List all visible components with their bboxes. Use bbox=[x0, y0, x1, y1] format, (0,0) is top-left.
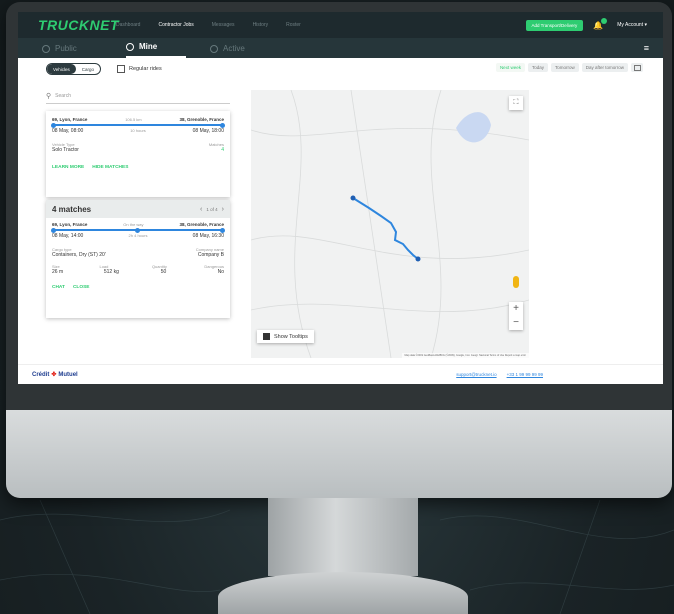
duration: 10 hours bbox=[130, 128, 146, 133]
lake-shape bbox=[456, 112, 491, 143]
filter-icon[interactable]: ≡ bbox=[644, 43, 649, 53]
sub-navigation: Public Mine Active ≡ bbox=[18, 38, 663, 58]
toggle-cargo[interactable]: Cargo bbox=[76, 64, 100, 74]
chevron-left-icon[interactable]: ‹ bbox=[200, 206, 202, 213]
route-origin: 69, Lyon, France bbox=[52, 222, 88, 227]
close-link[interactable]: CLOSE bbox=[73, 285, 90, 290]
date-today[interactable]: Today bbox=[527, 63, 548, 72]
zoom-out-button[interactable]: − bbox=[509, 316, 523, 330]
nav-messages[interactable]: Messages bbox=[212, 22, 235, 28]
route-end-marker[interactable] bbox=[415, 256, 421, 262]
tab-public[interactable]: Public bbox=[42, 44, 102, 58]
start-time: 08 May, 08:00 bbox=[52, 128, 84, 134]
show-tooltips-checkbox[interactable]: Show Tooltips bbox=[257, 330, 314, 343]
map-canvas bbox=[251, 90, 529, 358]
map-attribution: Map data ©2019 GeoBasis-DE/BKG (©2009), … bbox=[401, 353, 529, 358]
cargo-type-value: Containers, Dry (ST) 20' bbox=[52, 252, 106, 258]
vehicles-cargo-toggle: Vehicles Cargo bbox=[46, 63, 102, 75]
nav-contractor-jobs[interactable]: Contractor Jobs bbox=[158, 22, 193, 28]
add-transport-button[interactable]: Add Transport/Delivery bbox=[525, 19, 584, 31]
fullscreen-icon[interactable]: ⛶ bbox=[509, 96, 523, 110]
tab-mine[interactable]: Mine bbox=[126, 42, 186, 58]
end-time: 08 May, 18:00 bbox=[192, 128, 224, 134]
top-navigation: TRUCKNET Dashboard Contractor Jobs Messa… bbox=[18, 12, 663, 38]
load-value: 512 kg bbox=[103, 269, 119, 275]
toolbar: Vehicles Cargo Regular rides Next week T… bbox=[18, 58, 663, 80]
sponsor-logo: Crédit ✤ Mutuel bbox=[32, 371, 78, 379]
route-bar bbox=[51, 227, 225, 233]
job-card[interactable]: 69, Lyon, France 106.5 km 38, Grenoble, … bbox=[46, 111, 230, 197]
route-destination: 38, Grenoble, France bbox=[179, 117, 224, 122]
monitor-chin bbox=[6, 410, 672, 498]
size-value: 26 m bbox=[52, 269, 64, 275]
route-start-marker[interactable] bbox=[350, 195, 356, 201]
vehicle-type-value: Solo Tractor bbox=[52, 147, 79, 153]
date-next-week[interactable]: Next week bbox=[495, 63, 525, 72]
bell-icon[interactable]: 🔔 bbox=[593, 17, 608, 30]
nav-history[interactable]: History bbox=[253, 22, 269, 28]
route-path bbox=[352, 197, 419, 260]
screen: TRUCKNET Dashboard Contractor Jobs Messa… bbox=[18, 12, 663, 384]
street-view-pegman-icon[interactable] bbox=[513, 276, 519, 288]
route-bar bbox=[51, 122, 225, 128]
matches-title: 4 matches bbox=[52, 204, 92, 214]
calendar-icon[interactable] bbox=[631, 63, 643, 72]
hide-matches-link[interactable]: HIDE MATCHES bbox=[92, 165, 128, 170]
matches-card: 4 matches ‹ 1 of 4 › 69, Lyon, France On… bbox=[46, 200, 230, 318]
search-icon: ⚲ bbox=[46, 92, 52, 100]
support-phone-link[interactable]: +33 1 99 99 99 99 bbox=[507, 372, 543, 377]
duration: 2h 4 hours bbox=[128, 233, 148, 238]
start-time: 08 May, 14:00 bbox=[52, 233, 84, 239]
chevron-right-icon[interactable]: › bbox=[222, 206, 224, 213]
route-origin: 69, Lyon, France bbox=[52, 117, 88, 122]
star-icon: ✤ bbox=[51, 372, 57, 378]
monitor-stand-foot bbox=[218, 572, 468, 614]
learn-more-link[interactable]: LEARN MORE bbox=[52, 165, 84, 170]
checkbox-checked-icon bbox=[263, 333, 270, 340]
footer-links: support@trucknet.io +33 1 99 99 99 99 bbox=[456, 372, 543, 377]
tab-active[interactable]: Active bbox=[210, 44, 270, 58]
regular-rides-checkbox[interactable]: Regular rides bbox=[117, 65, 162, 73]
quantity-value: 50 bbox=[160, 269, 167, 275]
matches-header: 4 matches ‹ 1 of 4 › bbox=[46, 200, 230, 218]
checkbox-icon bbox=[117, 65, 126, 73]
search-input[interactable]: ⚲ Search bbox=[46, 88, 230, 104]
zoom-in-button[interactable]: + bbox=[509, 302, 523, 316]
date-tomorrow[interactable]: Tomorrow bbox=[550, 63, 579, 72]
route-distance: 106.5 km bbox=[125, 117, 142, 122]
check-circle-icon bbox=[210, 44, 218, 53]
notification-badge bbox=[601, 17, 608, 24]
date-filter: Next week Today Tomorrow Day after tomor… bbox=[495, 63, 643, 72]
footer: Crédit ✤ Mutuel support@trucknet.io +33 … bbox=[18, 364, 663, 384]
logo: TRUCKNET bbox=[38, 17, 119, 33]
route-distance: On the way bbox=[123, 222, 144, 227]
route-destination: 38, Grenoble, France bbox=[179, 222, 224, 227]
screen-bottom-edge bbox=[18, 384, 663, 410]
matches-value: 4 bbox=[221, 147, 224, 153]
company-value: Company B bbox=[197, 252, 224, 258]
toggle-vehicles[interactable]: Vehicles bbox=[47, 64, 76, 74]
monitor-stand bbox=[268, 498, 418, 576]
end-time: 08 May, 16:30 bbox=[192, 233, 224, 239]
zoom-controls: + − bbox=[509, 302, 523, 330]
route-map[interactable]: ⛶ + − Show Tooltips Map data ©2019 GeoBa… bbox=[251, 90, 529, 358]
nav-dashboard[interactable]: Dashboard bbox=[116, 22, 140, 28]
support-email-link[interactable]: support@trucknet.io bbox=[456, 372, 496, 377]
user-icon bbox=[126, 42, 134, 51]
date-day-after-tomorrow[interactable]: Day after tomorrow bbox=[581, 63, 628, 72]
chat-link[interactable]: CHAT bbox=[52, 285, 65, 290]
matches-pager: ‹ 1 of 4 › bbox=[200, 205, 224, 213]
jobs-panel: ⚲ Search 69, Lyon, France 106.5 km 38, G… bbox=[46, 88, 231, 368]
globe-icon bbox=[42, 44, 50, 53]
dangerous-value: No bbox=[217, 269, 224, 275]
my-account-menu[interactable]: My Account ▾ bbox=[617, 22, 647, 28]
nav-roster[interactable]: Roster bbox=[286, 22, 301, 28]
